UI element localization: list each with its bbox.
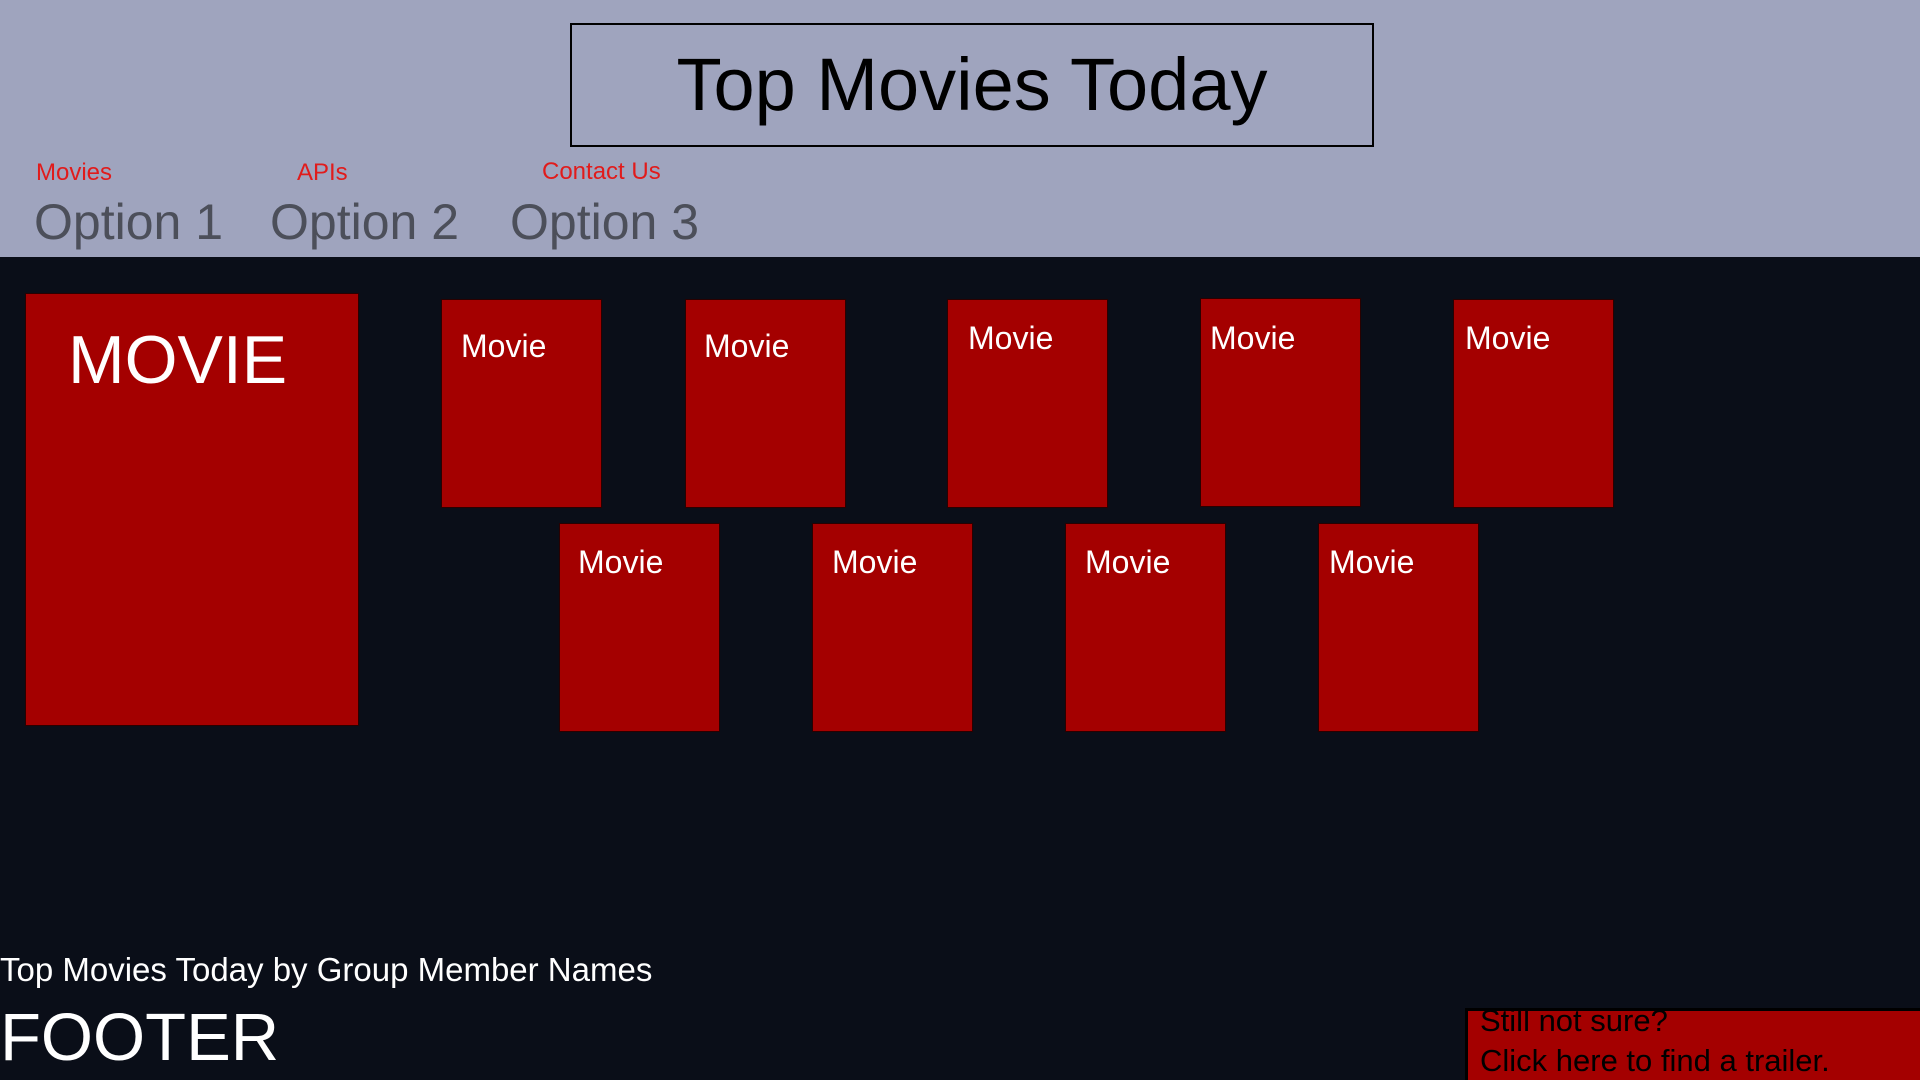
header: Top Movies Today Movies Option 1 APIs Op…: [0, 0, 1920, 257]
movie-card[interactable]: Movie: [1453, 299, 1614, 508]
title-box: Top Movies Today: [570, 23, 1374, 147]
trailer-prompt-line-1: Still not sure?: [1480, 1008, 1668, 1038]
movie-card-label: Movie: [1210, 320, 1296, 356]
movie-card[interactable]: Movie: [559, 523, 720, 732]
footer-credit: Top Movies Today by Group Member Names: [0, 951, 653, 988]
featured-movie-label: MOVIE: [68, 322, 288, 398]
movie-card[interactable]: Movie: [812, 523, 973, 732]
movie-card-label: Movie: [1085, 544, 1171, 580]
movie-card[interactable]: Movie: [685, 299, 846, 508]
movie-card-label: Movie: [832, 544, 918, 580]
footer-label: FOOTER: [0, 1000, 280, 1075]
nav-option-3[interactable]: Option 3: [510, 197, 699, 247]
movie-card-label: Movie: [968, 320, 1054, 356]
featured-movie-card[interactable]: MOVIE: [25, 293, 359, 726]
nav-label-movies: Movies: [36, 159, 113, 186]
movie-card[interactable]: Movie: [1318, 523, 1479, 732]
movie-card[interactable]: Movie: [441, 299, 602, 508]
nav-option-2[interactable]: Option 2: [270, 197, 459, 247]
page-title: Top Movies Today: [676, 43, 1268, 126]
movie-card-label: Movie: [461, 328, 547, 364]
movie-card[interactable]: Movie: [1200, 298, 1361, 507]
movie-card[interactable]: Movie: [1065, 523, 1226, 732]
movie-card[interactable]: Movie: [947, 299, 1108, 508]
movie-card-label: Movie: [1329, 544, 1415, 580]
nav-option-1[interactable]: Option 1: [34, 197, 223, 247]
nav-label-apis: APIs: [297, 159, 348, 186]
find-trailer-button[interactable]: Still not sure? Click here to find a tra…: [1465, 1008, 1920, 1080]
trailer-prompt-line-2: Click here to find a trailer.: [1480, 1043, 1830, 1078]
movie-card-label: Movie: [578, 544, 664, 580]
page: Top Movies Today Movies Option 1 APIs Op…: [0, 0, 1920, 1080]
movie-card-label: Movie: [704, 328, 790, 364]
movie-card-label: Movie: [1465, 320, 1551, 356]
nav-label-contact-us: Contact Us: [542, 158, 661, 185]
